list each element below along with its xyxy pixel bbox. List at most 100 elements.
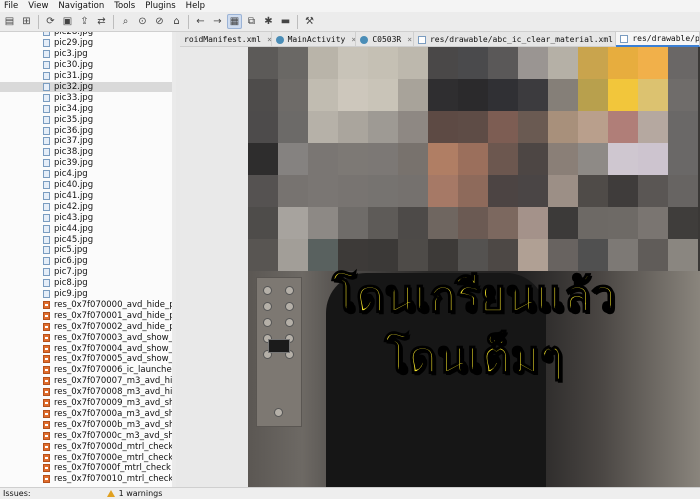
tree-item[interactable]: pic41.jpg bbox=[0, 191, 172, 202]
save-icon[interactable]: ▣ bbox=[60, 14, 75, 29]
add-files-icon[interactable]: ⊞ bbox=[19, 14, 34, 29]
tree-item[interactable]: pic42.jpg bbox=[0, 201, 172, 212]
editor-tab[interactable]: res/drawable/p bbox=[616, 32, 700, 47]
tree-item[interactable]: pic35.jpg bbox=[0, 114, 172, 125]
tree-item[interactable]: res_0x7f070009_m3_avd_sho bbox=[0, 398, 172, 409]
mosaic-cell bbox=[518, 79, 548, 111]
tree-item[interactable]: pic7.jpg bbox=[0, 267, 172, 278]
mosaic-cell bbox=[488, 239, 518, 271]
toolbar-separator bbox=[188, 14, 189, 29]
tree-item[interactable]: pic39.jpg bbox=[0, 158, 172, 169]
menu-view[interactable]: View bbox=[28, 0, 48, 12]
tree-item[interactable]: pic6.jpg bbox=[0, 256, 172, 267]
editor-tab[interactable]: res/drawable/abc_ic_clear_material.xml× bbox=[414, 32, 617, 47]
tree-item[interactable]: pic3.jpg bbox=[0, 49, 172, 60]
export-icon[interactable]: ⇪ bbox=[77, 14, 92, 29]
log-icon[interactable]: ▬ bbox=[278, 14, 293, 29]
menu-file[interactable]: File bbox=[4, 0, 18, 12]
tree-item[interactable]: res_0x7f070000_avd_hide_p bbox=[0, 300, 172, 311]
sync-icon[interactable]: ⇄ bbox=[94, 14, 109, 29]
tree-item[interactable]: pic38.jpg bbox=[0, 147, 172, 158]
menu-help[interactable]: Help bbox=[186, 0, 205, 12]
mosaic-cell bbox=[488, 111, 518, 143]
settings-icon[interactable]: ⚒ bbox=[302, 14, 317, 29]
tree-item[interactable]: res_0x7f070008_m3_avd_hid bbox=[0, 387, 172, 398]
tree-item[interactable]: res_0x7f07000d_mtrl_check bbox=[0, 441, 172, 452]
image-file-icon bbox=[43, 191, 50, 200]
tree-item[interactable]: pic31.jpg bbox=[0, 71, 172, 82]
refresh-icon[interactable]: ⟳ bbox=[43, 14, 58, 29]
editor-tab[interactable]: C0503R × bbox=[356, 32, 414, 47]
mosaic-cell bbox=[428, 47, 458, 79]
tree-item-label: pic44.jpg bbox=[54, 223, 94, 234]
mosaic-cell bbox=[578, 79, 608, 111]
forward-icon[interactable]: → bbox=[210, 14, 225, 29]
tree-item[interactable]: pic29.jpg bbox=[0, 38, 172, 49]
tree-item[interactable]: pic43.jpg bbox=[0, 212, 172, 223]
tree-item[interactable]: res_0x7f07000c_m3_avd_sho bbox=[0, 430, 172, 441]
toolbar-separator bbox=[113, 14, 114, 29]
menu-tools[interactable]: Tools bbox=[114, 0, 135, 12]
find-icon[interactable]: ⊘ bbox=[152, 14, 167, 29]
mosaic-cell bbox=[548, 79, 578, 111]
mosaic-cell bbox=[308, 143, 338, 175]
tree-item[interactable]: pic8.jpg bbox=[0, 278, 172, 289]
tree-item[interactable]: pic34.jpg bbox=[0, 103, 172, 114]
mosaic-cell bbox=[608, 143, 638, 175]
tree-item[interactable]: pic40.jpg bbox=[0, 180, 172, 191]
tree-item[interactable]: pic30.jpg bbox=[0, 60, 172, 71]
mosaic-cell bbox=[278, 47, 308, 79]
tree-item[interactable]: res_0x7f07000e_mtrl_check bbox=[0, 452, 172, 463]
tree-item[interactable]: res_0x7f070006_ic_launche bbox=[0, 365, 172, 376]
tree-item-label: res_0x7f070001_avd_hide_p bbox=[54, 310, 172, 321]
tree-item[interactable]: res_0x7f070001_avd_hide_p bbox=[0, 310, 172, 321]
home-icon[interactable]: ⌂ bbox=[169, 14, 184, 29]
tree-item[interactable]: res_0x7f07000f_mtrl_check bbox=[0, 463, 172, 474]
tree-item[interactable]: res_0x7f070004_avd_show_p bbox=[0, 343, 172, 354]
menu-plugins[interactable]: Plugins bbox=[145, 0, 175, 12]
search-icon[interactable]: ⌕ bbox=[118, 14, 133, 29]
back-icon[interactable]: ← bbox=[193, 14, 208, 29]
tree-item[interactable]: res_0x7f070010_mtrl_check bbox=[0, 474, 172, 485]
editor-tab[interactable]: roidManifest.xml × bbox=[180, 32, 272, 47]
mosaic-cell bbox=[428, 175, 458, 207]
open-file-icon[interactable]: ▤ bbox=[2, 14, 17, 29]
flatten-icon[interactable]: ▦ bbox=[227, 14, 242, 29]
debug-icon[interactable]: ✱ bbox=[261, 14, 276, 29]
warnings-count: 1 warnings bbox=[118, 489, 163, 498]
tree-item-label: pic43.jpg bbox=[54, 212, 94, 223]
warnings-indicator[interactable]: 1 warnings bbox=[106, 489, 163, 498]
search-text-icon[interactable]: ⊙ bbox=[135, 14, 150, 29]
tree-item[interactable]: pic32.jpg bbox=[0, 81, 172, 93]
tree-item[interactable]: res_0x7f070005_avd_show_p bbox=[0, 354, 172, 365]
tree-item-label: pic7.jpg bbox=[54, 267, 88, 278]
menu-navigation[interactable]: Navigation bbox=[58, 0, 104, 12]
tree-item-label: pic36.jpg bbox=[54, 125, 94, 136]
editor-tab[interactable]: MainActivity × bbox=[272, 32, 357, 47]
tree-item[interactable]: pic44.jpg bbox=[0, 223, 172, 234]
mosaic-cell bbox=[368, 47, 398, 79]
tree-item[interactable]: pic9.jpg bbox=[0, 289, 172, 300]
mosaic-cell bbox=[518, 207, 548, 239]
tree-item[interactable]: res_0x7f070002_avd_hide_p bbox=[0, 321, 172, 332]
decompile-icon[interactable]: ⧉ bbox=[244, 14, 259, 29]
tree-item[interactable]: res_0x7f07000b_m3_avd_sho bbox=[0, 419, 172, 430]
tree-item-label: pic3.jpg bbox=[54, 49, 88, 60]
tree-item[interactable]: pic33.jpg bbox=[0, 92, 172, 103]
tree-item[interactable]: res_0x7f070003_avd_show_p bbox=[0, 332, 172, 343]
mosaic-cell bbox=[608, 239, 638, 271]
mosaic-cell bbox=[518, 175, 548, 207]
tree-item[interactable]: pic4.jpg bbox=[0, 169, 172, 180]
tree-item[interactable]: pic45.jpg bbox=[0, 234, 172, 245]
resource-file-icon bbox=[43, 464, 50, 473]
tree-item-label: res_0x7f070000_avd_hide_p bbox=[54, 299, 172, 310]
mosaic-cell bbox=[548, 47, 578, 79]
tree-item[interactable]: res_0x7f07000a_m3_avd_sho bbox=[0, 409, 172, 420]
tree-item[interactable]: pic5.jpg bbox=[0, 245, 172, 256]
tree-item[interactable]: res_0x7f070007_m3_avd_hid bbox=[0, 376, 172, 387]
tree-item[interactable]: pic37.jpg bbox=[0, 136, 172, 147]
resource-file-icon bbox=[43, 442, 50, 451]
close-tab-icon[interactable]: × bbox=[407, 35, 412, 44]
issues-label: Issues: bbox=[3, 489, 31, 498]
tree-item[interactable]: pic36.jpg bbox=[0, 125, 172, 136]
